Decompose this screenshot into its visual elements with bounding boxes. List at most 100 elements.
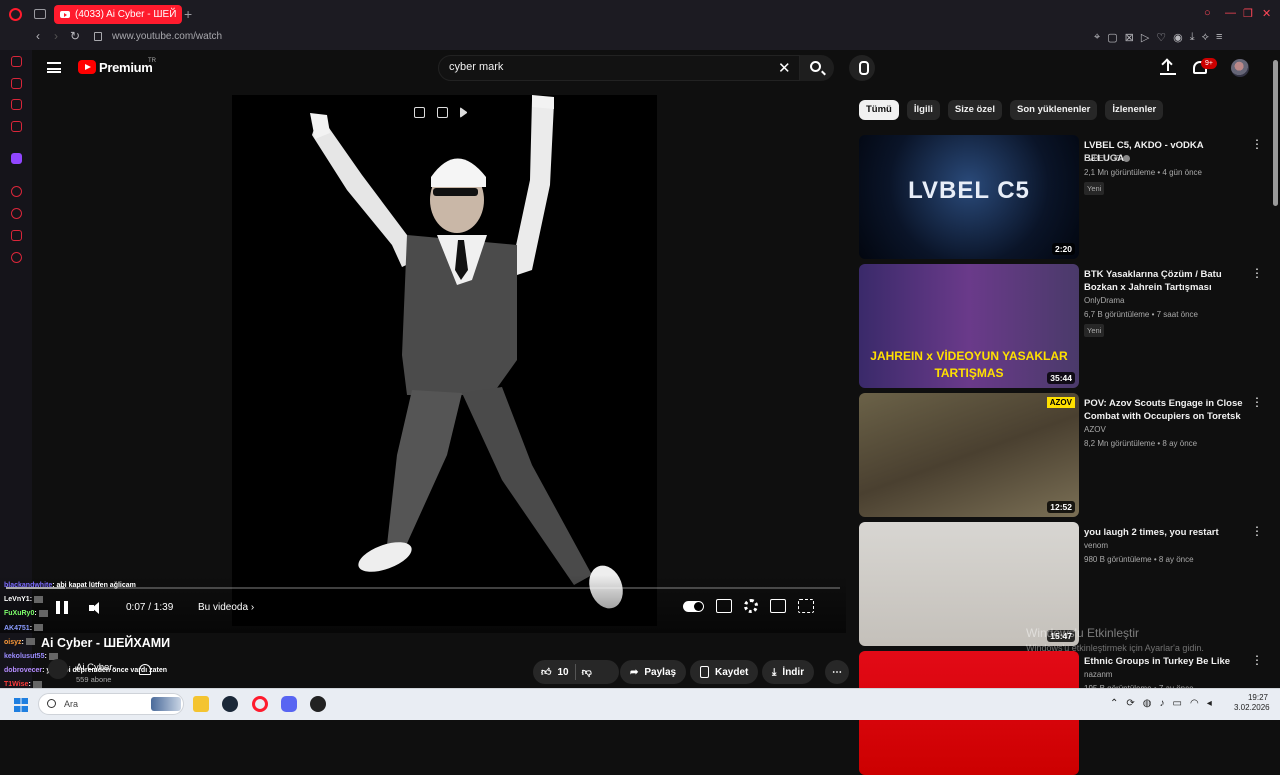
sidebar-bag-icon[interactable] bbox=[11, 78, 22, 89]
search-tabs-icon[interactable]: ○ bbox=[1204, 7, 1211, 19]
chat-username[interactable]: LeVnY1 bbox=[4, 596, 30, 603]
miniplayer-icon[interactable] bbox=[414, 107, 425, 118]
pin-icon[interactable]: ⌖ bbox=[1094, 31, 1100, 44]
dislike-button[interactable]: 👎︎ bbox=[582, 666, 592, 678]
filter-chip[interactable]: Size özel bbox=[947, 100, 1002, 120]
address-bar[interactable]: www.youtube.com/watch bbox=[112, 31, 222, 42]
recommendation-title[interactable]: BTK Yasaklarına Çözüm / Batu Bozkan x Ja… bbox=[1084, 268, 1244, 294]
download-icon[interactable]: ⤓ bbox=[1190, 31, 1195, 44]
adblock-icon[interactable]: ⊠ bbox=[1125, 31, 1134, 44]
save-button[interactable]: Kaydet bbox=[690, 660, 759, 684]
filter-chip[interactable]: İlgili bbox=[906, 100, 940, 120]
profile-icon[interactable]: ◉ bbox=[1173, 31, 1183, 44]
recommendation-item[interactable]: JAHREIN x VİDEOYUN YASAKLAR TARTIŞMAS 35:… bbox=[859, 264, 1269, 388]
new-tab-button[interactable]: + bbox=[184, 6, 192, 22]
clear-search-icon[interactable]: ✕ bbox=[778, 59, 791, 77]
filter-chip[interactable]: Son yüklenenler bbox=[1009, 100, 1098, 120]
recommendation-title[interactable]: Ethnic Groups in Turkey Be Like bbox=[1084, 655, 1244, 668]
autoplay-toggle[interactable] bbox=[683, 600, 704, 612]
more-actions-button[interactable]: ⋯ bbox=[825, 660, 849, 684]
share-cast-icon[interactable] bbox=[437, 107, 448, 118]
chat-username[interactable]: FuXuRy0 bbox=[4, 610, 34, 617]
scrollbar-thumb[interactable] bbox=[1273, 60, 1278, 206]
reload-button[interactable]: ↻ bbox=[70, 29, 80, 43]
youtube-premium-logo[interactable]: Premium bbox=[99, 60, 153, 75]
like-button[interactable]: 👍︎ 10 bbox=[541, 666, 569, 679]
sidebar-settings-icon[interactable] bbox=[11, 252, 22, 263]
player-icon[interactable]: ▷ bbox=[1141, 31, 1149, 44]
close-window-button[interactable]: ✕ bbox=[1262, 7, 1271, 20]
discord-icon[interactable] bbox=[281, 696, 297, 712]
recommendation-channel[interactable]: AZOV bbox=[1084, 425, 1106, 434]
chapter-button[interactable]: Bu videoda › bbox=[198, 602, 254, 613]
ai-icon[interactable]: ⟡ bbox=[1202, 31, 1209, 44]
back-button[interactable]: ‹ bbox=[36, 29, 40, 43]
more-options-icon[interactable] bbox=[1251, 137, 1263, 151]
heart-icon[interactable]: ♡ bbox=[1156, 31, 1166, 44]
more-options-icon[interactable] bbox=[1251, 266, 1263, 280]
subscribe-bell-icon[interactable] bbox=[139, 664, 151, 675]
chat-username[interactable]: dobrovecer bbox=[4, 667, 42, 674]
fullscreen-icon[interactable] bbox=[798, 599, 814, 613]
chat-username[interactable]: blackandwhite bbox=[4, 582, 52, 589]
chat-username[interactable]: oisyz bbox=[4, 639, 22, 646]
tray-mic-icon[interactable]: ♪ bbox=[1160, 698, 1165, 709]
recommendation-title[interactable]: you laugh 2 times, you restart bbox=[1084, 526, 1244, 539]
recommendation-channel[interactable]: LVBEL C5 bbox=[1084, 154, 1131, 163]
snapshot-icon[interactable]: ▢ bbox=[1107, 31, 1117, 44]
recommendation-channel[interactable]: nazanm bbox=[1084, 670, 1112, 679]
recommendation-title[interactable]: POV: Azov Scouts Engage in Close Combat … bbox=[1084, 397, 1244, 424]
chat-username[interactable]: AK4751 bbox=[4, 625, 30, 632]
sidebar-twitch-icon[interactable] bbox=[11, 153, 22, 164]
more-options-icon[interactable] bbox=[1251, 653, 1263, 667]
settings-gear-icon[interactable] bbox=[744, 599, 758, 613]
tray-wifi-icon[interactable]: ◠ bbox=[1190, 698, 1199, 709]
file-explorer-icon[interactable] bbox=[193, 696, 209, 712]
video-thumbnail[interactable]: JAHREIN x VİDEOYUN YASAKLAR TARTIŞMAS 35:… bbox=[859, 264, 1079, 388]
next-video-icon[interactable] bbox=[460, 107, 470, 118]
recommendation-item[interactable]: AZOV 12:52 POV: Azov Scouts Engage in Clos… bbox=[859, 393, 1269, 517]
tray-display-icon[interactable]: ▭ bbox=[1173, 698, 1182, 709]
search-highlight-image[interactable] bbox=[151, 697, 181, 711]
tray-sync-icon[interactable]: ⟳ bbox=[1126, 698, 1134, 709]
tab-menu-icon[interactable] bbox=[34, 9, 46, 19]
sidebar-aria-icon[interactable] bbox=[11, 56, 22, 67]
recommendation-channel[interactable]: venom bbox=[1084, 541, 1108, 550]
share-button[interactable]: ➦ Paylaş bbox=[620, 660, 687, 684]
sidebar-whatsapp-icon[interactable] bbox=[11, 121, 22, 132]
sidebar-messenger-icon[interactable] bbox=[11, 99, 22, 110]
more-options-icon[interactable] bbox=[1251, 524, 1263, 538]
minimize-button[interactable]: — bbox=[1225, 7, 1236, 19]
recommendation-channel[interactable]: OnlyDrama bbox=[1084, 296, 1124, 305]
video-player[interactable] bbox=[232, 95, 657, 626]
menu-icon[interactable]: ≡ bbox=[1216, 31, 1222, 44]
tray-volume-icon[interactable]: ◂ bbox=[1207, 698, 1212, 709]
taskbar-clock[interactable]: 19:27 3.02.2026 bbox=[1234, 693, 1270, 713]
channel-avatar[interactable] bbox=[48, 659, 68, 679]
steam-icon[interactable] bbox=[222, 696, 238, 712]
filter-chip[interactable]: Tümü bbox=[859, 100, 899, 120]
youtube-logo-icon[interactable] bbox=[78, 60, 96, 74]
search-query[interactable]: cyber mark bbox=[449, 61, 503, 73]
avatar[interactable] bbox=[1231, 59, 1249, 77]
forward-button[interactable]: › bbox=[54, 29, 58, 43]
maximize-button[interactable]: ❐ bbox=[1243, 7, 1253, 20]
sidebar-history-icon[interactable] bbox=[11, 208, 22, 219]
tray-overflow-icon[interactable]: ⌃ bbox=[1110, 698, 1118, 709]
sidebar-extensions-icon[interactable] bbox=[11, 230, 22, 241]
obs-icon[interactable] bbox=[310, 696, 326, 712]
video-thumbnail[interactable]: AZOV 12:52 bbox=[859, 393, 1079, 517]
chat-username[interactable]: kekolusut55 bbox=[4, 653, 44, 660]
guide-menu-icon[interactable] bbox=[47, 62, 61, 73]
voice-search-button[interactable] bbox=[849, 55, 875, 81]
opera-logo-icon[interactable] bbox=[9, 8, 22, 21]
search-button[interactable] bbox=[800, 55, 834, 81]
opera-taskbar-icon[interactable] bbox=[252, 696, 268, 712]
tray-network-app-icon[interactable]: ◍ bbox=[1143, 698, 1152, 709]
theater-mode-icon[interactable] bbox=[770, 599, 786, 613]
browser-tab-active[interactable]: (4033) Ai Cyber - ШЕЙ bbox=[54, 5, 182, 24]
recommendation-item[interactable]: LVBEL C5 2:20 LVBEL C5, AKDO - vODKA BELUG… bbox=[859, 135, 1269, 259]
download-button[interactable]: ⤓ İndir bbox=[762, 660, 815, 684]
windows-start-icon[interactable] bbox=[14, 698, 28, 712]
video-thumbnail[interactable]: LVBEL C5 2:20 bbox=[859, 135, 1079, 259]
